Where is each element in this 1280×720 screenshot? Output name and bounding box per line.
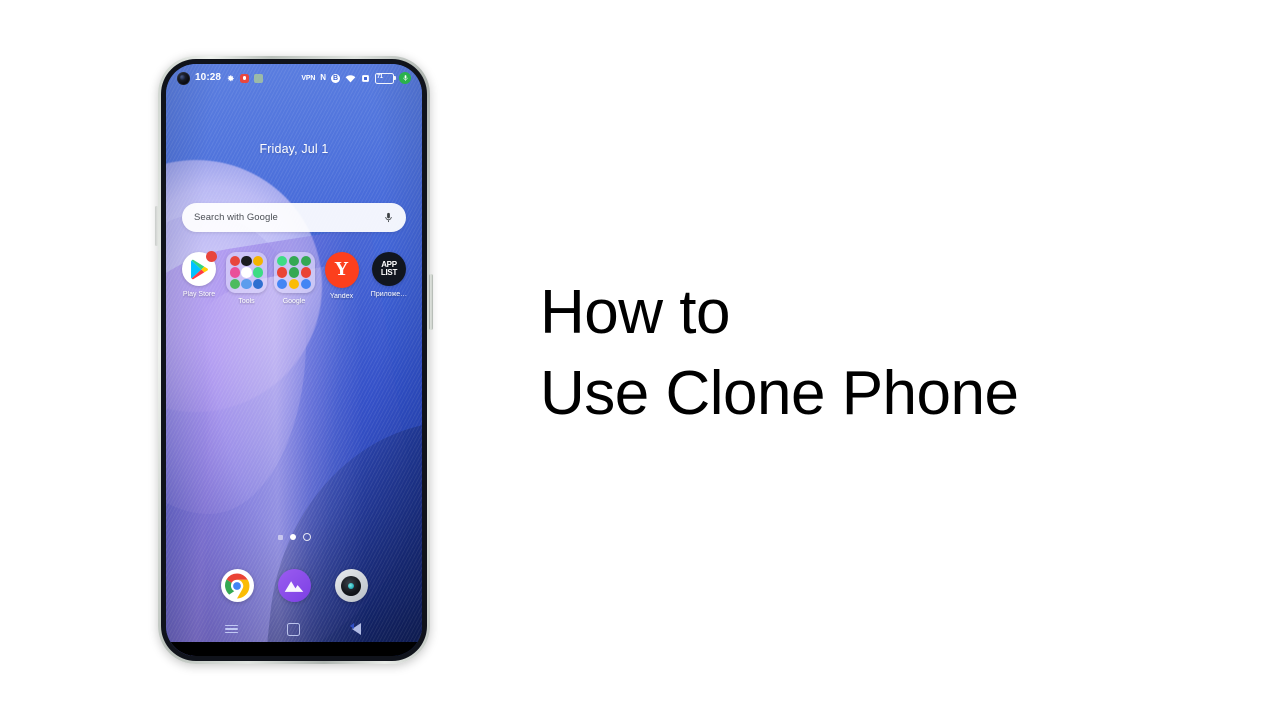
search-placeholder: Search with Google (194, 212, 278, 223)
play-store-icon (182, 251, 217, 286)
volume-button[interactable] (155, 206, 158, 246)
vpn-icon: VPN (301, 74, 316, 82)
dock (166, 569, 422, 602)
app-label: Yandex (329, 293, 354, 300)
page-indicator-square[interactable] (277, 534, 283, 540)
status-bar: 10:28 VPN N B 71 (166, 64, 422, 92)
front-camera-punch-hole (177, 71, 190, 85)
gallery-icon[interactable] (277, 569, 311, 602)
camera-lens (341, 575, 361, 596)
folder-tools-icon (226, 252, 267, 293)
status-bar-right: VPN N B 71 (301, 72, 411, 84)
notification-badge (206, 251, 217, 262)
app-label: Play Store (182, 291, 216, 298)
google-search-bar[interactable]: Search with Google (182, 203, 406, 232)
home-square-icon[interactable] (285, 620, 303, 638)
app-icon-play-store[interactable]: Play Store (176, 251, 222, 305)
navigation-bar (166, 616, 422, 642)
status-bar-left: 10:28 (177, 71, 264, 85)
power-button[interactable] (429, 274, 433, 330)
home-app-row: Play Store Tools Google Y Yandex APP LIS… (176, 251, 412, 305)
app-folder-tools[interactable]: Tools (224, 252, 270, 305)
app-label: Tools (238, 298, 255, 305)
title-line-2: Use Clone Phone (540, 359, 1019, 429)
app-icon-app-list[interactable]: APP LIST Приложе… (366, 252, 412, 305)
screenshot-canvas: 10:28 VPN N B 71 Friday, Jul 1 Search wi… (0, 0, 1280, 720)
app-label: Приложе… (370, 291, 408, 298)
date-widget: Friday, Jul 1 (259, 142, 329, 156)
screen-record-icon (240, 73, 250, 83)
app-list-glyph-bottom: LIST (380, 268, 398, 277)
battery-level-label: 71 (377, 74, 383, 81)
status-bar-clock: 10:28 (195, 72, 222, 83)
title-block: How to Use Clone Phone (540, 278, 1180, 429)
mic-active-icon (399, 72, 411, 84)
battery-icon: 71 (375, 72, 396, 84)
app-list-icon: APP LIST (372, 252, 406, 286)
green-square-icon (254, 73, 264, 83)
folder-google-icon (273, 252, 315, 293)
nfc-icon: N (320, 73, 326, 82)
app-label: Google (282, 298, 306, 305)
bluetooth-icon: B (331, 73, 340, 83)
page-indicator-active[interactable] (289, 534, 296, 540)
camera-icon[interactable] (334, 569, 368, 602)
page-indicator (166, 533, 422, 541)
page-indicator-inactive[interactable] (302, 533, 311, 541)
chrome-icon[interactable] (220, 569, 254, 602)
app-folder-google[interactable]: Google (271, 252, 317, 305)
app-icon-yandex[interactable]: Y Yandex (319, 252, 365, 305)
settings-gear-icon (226, 74, 235, 83)
title-line-1: How to (540, 278, 730, 347)
sd-card-icon (361, 74, 370, 83)
phone-screen: 10:28 VPN N B 71 Friday, Jul 1 Search wi… (166, 64, 422, 656)
phone-mockup: 10:28 VPN N B 71 Friday, Jul 1 Search wi… (155, 56, 433, 664)
screen-chin (166, 642, 422, 656)
wifi-icon (345, 74, 356, 83)
back-triangle-icon[interactable] (348, 620, 366, 638)
microphone-icon[interactable] (383, 211, 394, 224)
menu-lines-icon[interactable] (222, 620, 240, 638)
yandex-icon: Y (324, 252, 359, 288)
